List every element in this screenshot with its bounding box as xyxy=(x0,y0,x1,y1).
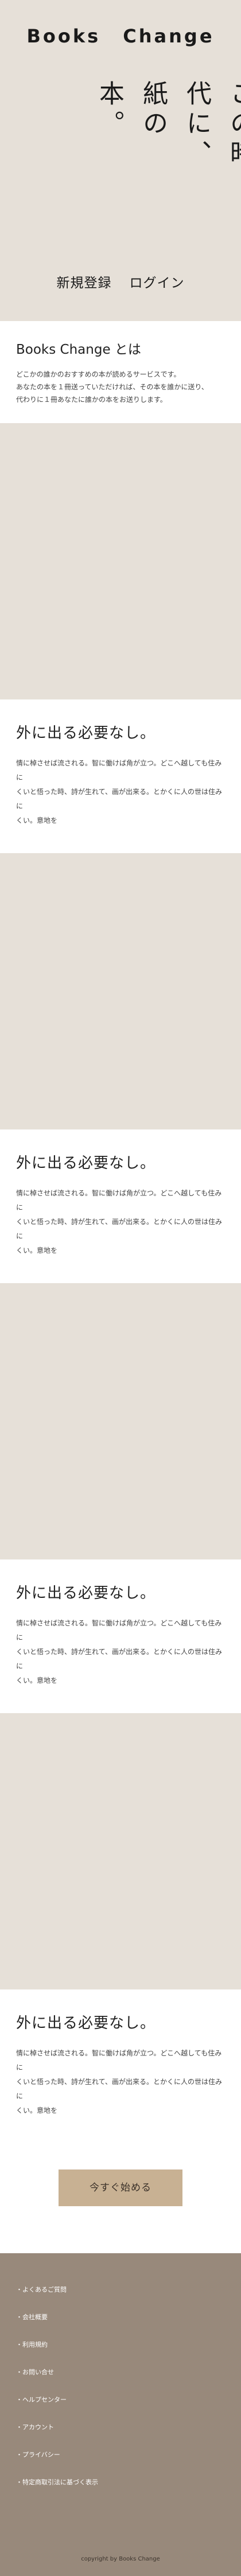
cta-section: 今すぐ始める xyxy=(0,2143,241,2253)
auth-nav: 新規登録 ログイン xyxy=(0,272,241,291)
hero-section: Books Change この時代に、 紙の本。 新規登録 ログイン xyxy=(0,0,241,321)
feature-section: 外に出る必要なし。 情に棹させば流される。智に働けば角が立つ。どこへ越しても住み… xyxy=(0,1989,241,2143)
feature-text: 情に棹させば流される。智に働けば角が立つ。どこへ越しても住みに くいと悟った時、… xyxy=(16,756,225,828)
footer-link-contact[interactable]: ・お問い合せ xyxy=(16,2366,241,2393)
feature-image-placeholder xyxy=(0,1713,241,1989)
feature-line: くいと悟った時、詩が生れて、画が出来る。とかくに人の世は住みに xyxy=(16,1218,223,1240)
footer-link-commerce-law[interactable]: ・特定商取引法に基づく表示 xyxy=(16,2476,241,2503)
footer-link-faq[interactable]: ・よくあるご質問 xyxy=(16,2283,241,2311)
footer-link-company[interactable]: ・会社概要 xyxy=(16,2311,241,2338)
feature-image-placeholder xyxy=(0,853,241,1129)
feature-title: 外に出る必要なし。 xyxy=(16,1585,156,1602)
feature-line: くいと悟った時、詩が生れて、画が出来る。とかくに人の世は住みに xyxy=(16,2078,223,2100)
footer-link-terms[interactable]: ・利用規約 xyxy=(16,2338,241,2366)
signup-link[interactable]: 新規登録 xyxy=(56,276,111,291)
start-now-button[interactable]: 今すぐ始める xyxy=(59,2170,182,2206)
about-text: どこかの誰かのおすすめの本が読めるサービスです。 あなたの本を１冊送っていただけ… xyxy=(16,368,225,406)
feature-image-placeholder xyxy=(0,423,241,699)
feature-line: くいと悟った時、詩が生れて、画が出来る。とかくに人の世は住みに xyxy=(16,788,223,810)
hero-tagline: この時代に、 紙の本。 xyxy=(87,80,241,195)
feature-line: くい。意地を xyxy=(16,1676,58,1684)
copyright: copyright by Books Change xyxy=(81,2556,160,2562)
feature-title: 外に出る必要なし。 xyxy=(16,1155,156,1172)
feature-line: 情に棹させば流される。智に働けば角が立つ。どこへ越しても住みに xyxy=(16,759,222,781)
feature-line: くいと悟った時、詩が生れて、画が出来る。とかくに人の世は住みに xyxy=(16,1648,223,1670)
feature-line: 情に棹させば流される。智に働けば角が立つ。どこへ越しても住みに xyxy=(16,2049,222,2071)
feature-image-placeholder xyxy=(0,1283,241,1559)
about-line: あなたの本を１冊送っていただければ、その本を誰かに送り、 xyxy=(16,383,208,391)
footer-link-privacy[interactable]: ・プライバシー xyxy=(16,2448,241,2476)
feature-line: くい。意地を xyxy=(16,816,58,824)
feature-line: 情に棹させば流される。智に働けば角が立つ。どこへ越しても住みに xyxy=(16,1619,222,1641)
footer-link-help-center[interactable]: ・ヘルプセンター xyxy=(16,2393,241,2421)
about-section: Books Change とは どこかの誰かのおすすめの本が読めるサービスです。… xyxy=(0,321,241,423)
about-line: どこかの誰かのおすすめの本が読めるサービスです。 xyxy=(16,370,181,378)
feature-section: 外に出る必要なし。 情に棹させば流される。智に働けば角が立つ。どこへ越しても住み… xyxy=(0,1129,241,1283)
tagline-line-2: 紙の本。 xyxy=(95,80,168,140)
login-link[interactable]: ログイン xyxy=(130,276,185,291)
feature-text: 情に棹させば流される。智に働けば角が立つ。どこへ越しても住みに くいと悟った時、… xyxy=(16,1616,225,1688)
footer-link-account[interactable]: ・アカウント xyxy=(16,2421,241,2448)
about-line: 代わりに１冊あなたに誰かの本をお送りします。 xyxy=(16,396,167,404)
about-title: Books Change とは xyxy=(16,342,141,357)
brand-logo[interactable]: Books Change xyxy=(0,25,241,47)
feature-section: 外に出る必要なし。 情に棹させば流される。智に働けば角が立つ。どこへ越しても住み… xyxy=(0,699,241,853)
feature-line: 情に棹させば流される。智に働けば角が立つ。どこへ越しても住みに xyxy=(16,1189,222,1211)
feature-title: 外に出る必要なし。 xyxy=(16,725,156,742)
feature-section: 外に出る必要なし。 情に棹させば流される。智に働けば角が立つ。どこへ越しても住み… xyxy=(0,1559,241,1713)
tagline-line-1: この時代に、 xyxy=(182,80,241,170)
feature-text: 情に棹させば流される。智に働けば角が立つ。どこへ越しても住みに くいと悟った時、… xyxy=(16,2046,225,2118)
feature-text: 情に棹させば流される。智に働けば角が立つ。どこへ越しても住みに くいと悟った時、… xyxy=(16,1186,225,1258)
feature-line: くい。意地を xyxy=(16,2106,58,2114)
feature-line: くい。意地を xyxy=(16,1246,58,1254)
feature-title: 外に出る必要なし。 xyxy=(16,2015,156,2032)
footer: ・よくあるご質問 ・会社概要 ・利用規約 ・お問い合せ ・ヘルプセンター ・アカ… xyxy=(0,2253,241,2576)
footer-links: ・よくあるご質問 ・会社概要 ・利用規約 ・お問い合せ ・ヘルプセンター ・アカ… xyxy=(0,2283,241,2503)
